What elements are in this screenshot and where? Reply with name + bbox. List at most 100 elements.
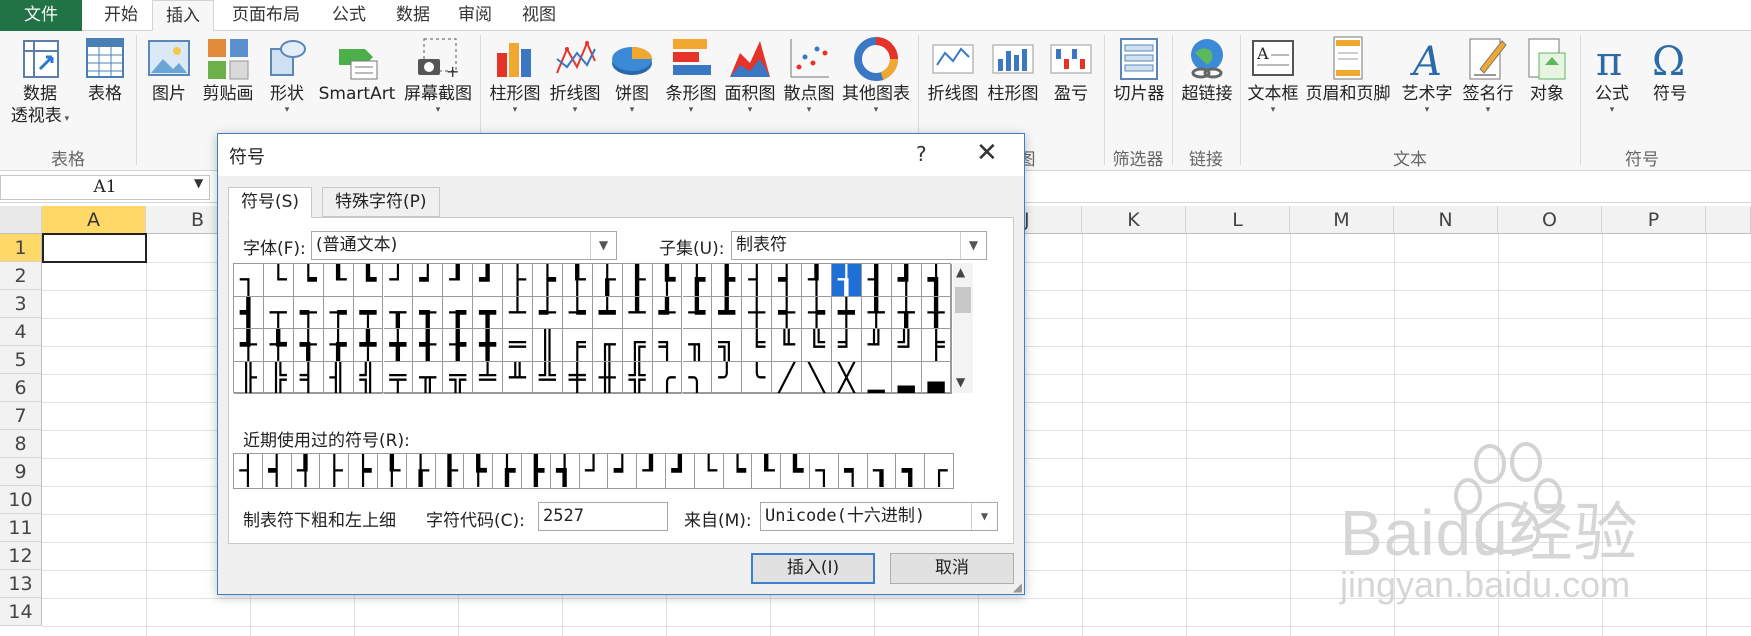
symbol-cell[interactable]: ┴ [503,296,533,329]
row-header-11[interactable]: 11 [0,514,42,542]
pie-chart-button[interactable]: 饼图 ▾ [608,35,656,115]
symbol-cell[interactable]: ┪ [921,264,952,297]
symbol-cell[interactable]: ┵ [533,296,563,329]
symbol-grid[interactable]: ┐ └ ┕ ┖ ┗ ┘ ┙ ┚ ┛ ├ ┝ ┞ ┟ ┠ ┡ ┢ ┣ ┤ ┥ ┦ ┧ ┨ ┩ ┪ ┫ ┬ ┭ ┮ ┯ ┰ ┱ ┲ ┳ ┴ ┵ ┶ ┷ ┸ ┹ ┺… [233,263,952,394]
symbol-cell[interactable]: ╢ [323,361,354,394]
recent-symbol-cell[interactable]: ┢ [493,454,522,488]
row-header-10[interactable]: 10 [0,486,42,514]
recent-symbol-cell[interactable]: ┑ [839,454,868,488]
symbol-cell[interactable]: ╤ [383,361,414,394]
active-cell-a1[interactable] [42,233,147,263]
smartart-button[interactable]: SmartArt [318,35,396,105]
symbol-cell[interactable]: ▂ [891,361,922,394]
recent-symbol-cell[interactable]: ┡ [464,454,494,488]
symbol-cell[interactable]: ╅ [293,329,324,362]
symbol-cell[interactable]: ╨ [503,361,533,394]
tab-symbols[interactable]: 符号(S) [228,187,313,218]
symbol-cell[interactable]: ╄ [263,329,294,362]
symbol-cell[interactable]: ┐ [234,264,264,297]
recent-symbol-cell[interactable]: ┚ [637,454,666,488]
scroll-down-icon[interactable]: ▼ [956,375,965,389]
recent-symbol-cell[interactable]: ┦ [292,454,321,488]
symbol-cell[interactable]: ╋ [473,329,504,362]
column-header-a[interactable]: A [42,206,146,234]
recent-symbol-cell[interactable]: ┞ [378,454,407,488]
symbol-cell[interactable]: ╖ [682,329,713,362]
symbol-cell[interactable]: ┛ [473,264,504,297]
symbol-cell[interactable]: ╲ [802,361,832,394]
chevron-down-icon[interactable]: ▼ [960,232,986,259]
recent-symbol-cell[interactable]: ┗ [781,454,810,488]
symbol-cell[interactable]: ┩ [891,264,922,297]
row-header-12[interactable]: 12 [0,542,42,570]
symbol-cell[interactable]: ┶ [562,296,593,329]
symbol-cell[interactable]: ▁ [861,361,892,394]
pivot-table-button[interactable]: 数据 透视表 ▾ [4,35,76,127]
recent-symbol-cell[interactable]: ┐ [810,454,839,488]
symbol-cell[interactable]: ═ [503,329,533,362]
header-footer-button[interactable]: 页眉和页脚 [1302,35,1394,105]
symbol-cell[interactable]: ╭ [652,361,683,394]
symbol-cell[interactable]: ┖ [323,264,354,297]
recent-symbol-cell[interactable]: ┝ [349,454,378,488]
row-header-2[interactable]: 2 [0,262,42,290]
font-select[interactable]: (普通文本) ▼ [311,231,617,260]
symbol-cell[interactable]: ▃ [921,361,952,394]
tab-insert[interactable]: 插入 [152,0,214,32]
tab-formulas[interactable]: 公式 [318,0,380,31]
help-button[interactable]: ? [916,142,927,166]
symbol-cell[interactable]: ╦ [443,361,474,394]
row-header-13[interactable]: 13 [0,570,42,598]
signature-line-button[interactable]: 签名行 ▾ [1458,35,1518,115]
tab-view[interactable]: 视图 [508,0,570,31]
symbol-cell[interactable]: ╘ [742,329,773,362]
symbol-cell[interactable]: ╓ [592,329,623,362]
char-code-input[interactable]: 2527 [538,502,668,531]
sparkline-column-button[interactable]: 柱形图 [984,35,1042,105]
symbol-cell[interactable]: ┽ [772,296,803,329]
column-header-m[interactable]: M [1290,206,1394,234]
symbol-cell[interactable]: ┠ [622,264,653,297]
symbol-cell[interactable]: ┫ [234,296,264,329]
symbol-grid-scrollbar[interactable]: ▲ ▼ [953,263,973,393]
shapes-button[interactable]: 形状 ▾ [262,35,312,115]
recent-symbol-cell[interactable]: ┌ [925,454,954,488]
row-header-4[interactable]: 4 [0,318,42,346]
symbol-cell[interactable]: ┧ [832,264,862,297]
close-icon[interactable]: ✕ [976,138,998,168]
symbol-cell[interactable]: ╰ [742,361,773,394]
select-all-corner[interactable] [0,206,42,234]
chevron-down-icon[interactable]: ▼ [971,503,997,530]
tab-special-characters[interactable]: 特殊字符(P) [322,187,440,217]
symbol-cell[interactable]: ┺ [682,296,713,329]
symbol-cell[interactable]: ╝ [891,329,922,362]
recent-symbol-cell[interactable]: ┣ [522,454,551,488]
symbol-cell[interactable]: ┥ [772,264,803,297]
row-header-6[interactable]: 6 [0,374,42,402]
bar-chart-button[interactable]: 条形图 ▾ [662,35,720,115]
object-button[interactable]: 对象 [1522,35,1572,105]
symbol-cell[interactable]: ╳ [832,361,862,394]
symbol-cell[interactable]: ╆ [323,329,354,362]
symbol-cell[interactable]: ┮ [323,296,354,329]
equation-button[interactable]: π 公式 ▾ [1586,35,1638,115]
clip-art-button[interactable]: 剪贴画 [200,35,256,105]
slicer-button[interactable]: 切片器 [1108,35,1170,105]
symbol-cell[interactable]: ╂ [921,296,952,329]
scroll-thumb[interactable] [955,287,971,313]
recent-symbol-cell[interactable]: ┪ [551,454,580,488]
name-box-dropdown-icon[interactable]: ▼ [194,176,203,190]
symbol-cell[interactable]: ╡ [293,361,324,394]
symbol-cell[interactable]: ╣ [353,361,384,394]
symbol-cell[interactable]: ┚ [443,264,474,297]
symbol-cell[interactable]: ┯ [353,296,384,329]
symbol-cell[interactable]: ╩ [533,361,563,394]
picture-button[interactable]: 图片 [144,35,194,105]
row-header-1[interactable]: 1 [0,234,42,262]
recent-symbol-cell[interactable]: ┛ [666,454,695,488]
column-header-p[interactable]: P [1602,206,1706,234]
symbol-cell[interactable]: ┾ [802,296,832,329]
column-chart-button[interactable]: 柱形图 ▾ [486,35,544,115]
area-chart-button[interactable]: 面积图 ▾ [722,35,778,115]
tab-review[interactable]: 审阅 [444,0,506,31]
